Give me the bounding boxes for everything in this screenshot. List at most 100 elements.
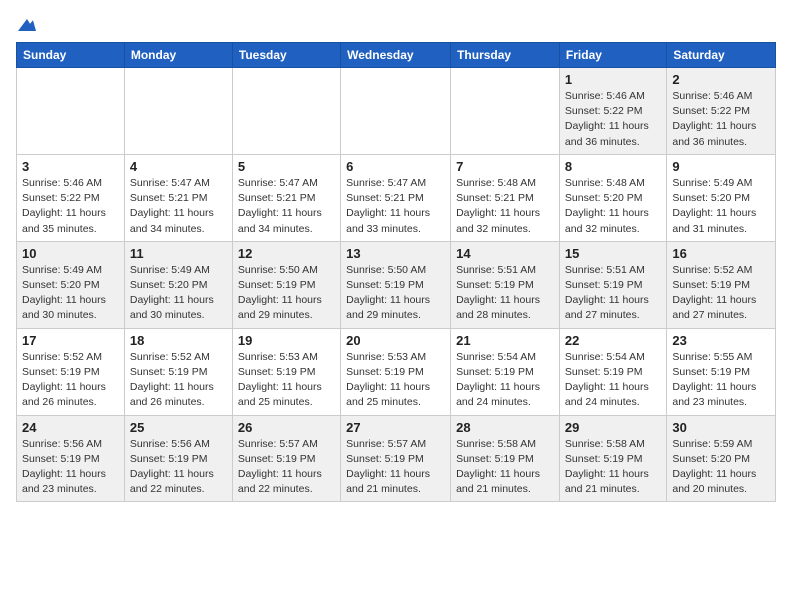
calendar-cell: 16 Sunrise: 5:52 AM Sunset: 5:19 PM Dayli… [667, 241, 776, 328]
day-info: Sunrise: 5:53 AM Sunset: 5:19 PM Dayligh… [238, 350, 335, 411]
day-info: Sunrise: 5:56 AM Sunset: 5:19 PM Dayligh… [22, 437, 119, 498]
day-number: 23 [672, 333, 770, 348]
day-number: 3 [22, 159, 119, 174]
calendar-cell: 6 Sunrise: 5:47 AM Sunset: 5:21 PM Daylig… [341, 154, 451, 241]
col-header-sunday: Sunday [17, 43, 125, 68]
day-number: 10 [22, 246, 119, 261]
day-number: 20 [346, 333, 445, 348]
calendar-table: SundayMondayTuesdayWednesdayThursdayFrid… [16, 42, 776, 502]
calendar-cell: 11 Sunrise: 5:49 AM Sunset: 5:20 PM Dayli… [124, 241, 232, 328]
day-number: 8 [565, 159, 661, 174]
calendar-cell: 14 Sunrise: 5:51 AM Sunset: 5:19 PM Dayli… [451, 241, 560, 328]
day-info: Sunrise: 5:58 AM Sunset: 5:19 PM Dayligh… [565, 437, 661, 498]
col-header-monday: Monday [124, 43, 232, 68]
calendar-cell [341, 68, 451, 155]
day-number: 4 [130, 159, 227, 174]
calendar-cell [232, 68, 340, 155]
calendar-cell: 22 Sunrise: 5:54 AM Sunset: 5:19 PM Dayli… [559, 328, 666, 415]
calendar-cell: 9Sunrise: 5:49 AM Sunset: 5:20 PM Daylig… [667, 154, 776, 241]
day-info: Sunrise: 5:48 AM Sunset: 5:20 PM Dayligh… [565, 176, 661, 237]
calendar-week-row: 3 Sunrise: 5:46 AM Sunset: 5:22 PM Daylig… [17, 154, 776, 241]
day-number: 22 [565, 333, 661, 348]
day-number: 28 [456, 420, 554, 435]
day-info: Sunrise: 5:58 AM Sunset: 5:19 PM Dayligh… [456, 437, 554, 498]
calendar-cell: 8 Sunrise: 5:48 AM Sunset: 5:20 PM Daylig… [559, 154, 666, 241]
calendar-cell: 10Sunrise: 5:49 AM Sunset: 5:20 PM Dayli… [17, 241, 125, 328]
day-info: Sunrise: 5:46 AM Sunset: 5:22 PM Dayligh… [672, 89, 770, 150]
day-number: 27 [346, 420, 445, 435]
calendar-cell: 27 Sunrise: 5:57 AM Sunset: 5:19 PM Dayli… [341, 415, 451, 502]
day-info: Sunrise: 5:47 AM Sunset: 5:21 PM Dayligh… [346, 176, 445, 237]
calendar-cell: 7 Sunrise: 5:48 AM Sunset: 5:21 PM Daylig… [451, 154, 560, 241]
col-header-tuesday: Tuesday [232, 43, 340, 68]
day-number: 7 [456, 159, 554, 174]
logo [16, 16, 36, 32]
day-number: 26 [238, 420, 335, 435]
col-header-friday: Friday [559, 43, 666, 68]
calendar-cell: 13 Sunrise: 5:50 AM Sunset: 5:19 PM Dayli… [341, 241, 451, 328]
day-info: Sunrise: 5:52 AM Sunset: 5:19 PM Dayligh… [672, 263, 770, 324]
calendar-cell: 23 Sunrise: 5:55 AM Sunset: 5:19 PM Dayli… [667, 328, 776, 415]
day-info: Sunrise: 5:46 AM Sunset: 5:22 PM Dayligh… [22, 176, 119, 237]
day-number: 5 [238, 159, 335, 174]
day-info: Sunrise: 5:47 AM Sunset: 5:21 PM Dayligh… [238, 176, 335, 237]
day-info: Sunrise: 5:53 AM Sunset: 5:19 PM Dayligh… [346, 350, 445, 411]
day-info: Sunrise: 5:50 AM Sunset: 5:19 PM Dayligh… [346, 263, 445, 324]
day-info: Sunrise: 5:54 AM Sunset: 5:19 PM Dayligh… [456, 350, 554, 411]
day-info: Sunrise: 5:51 AM Sunset: 5:19 PM Dayligh… [565, 263, 661, 324]
calendar-cell: 24 Sunrise: 5:56 AM Sunset: 5:19 PM Dayli… [17, 415, 125, 502]
day-number: 11 [130, 246, 227, 261]
day-info: Sunrise: 5:52 AM Sunset: 5:19 PM Dayligh… [130, 350, 227, 411]
day-number: 15 [565, 246, 661, 261]
header [16, 16, 776, 32]
calendar-cell: 25 Sunrise: 5:56 AM Sunset: 5:19 PM Dayli… [124, 415, 232, 502]
col-header-thursday: Thursday [451, 43, 560, 68]
day-number: 14 [456, 246, 554, 261]
day-number: 6 [346, 159, 445, 174]
calendar-cell: 12 Sunrise: 5:50 AM Sunset: 5:19 PM Dayli… [232, 241, 340, 328]
day-number: 2 [672, 72, 770, 87]
day-number: 16 [672, 246, 770, 261]
day-info: Sunrise: 5:52 AM Sunset: 5:19 PM Dayligh… [22, 350, 119, 411]
logo-bird-icon [18, 16, 36, 34]
calendar-week-row: 24 Sunrise: 5:56 AM Sunset: 5:19 PM Dayli… [17, 415, 776, 502]
day-number: 13 [346, 246, 445, 261]
calendar-cell: 21Sunrise: 5:54 AM Sunset: 5:19 PM Dayli… [451, 328, 560, 415]
col-header-saturday: Saturday [667, 43, 776, 68]
calendar-cell: 3 Sunrise: 5:46 AM Sunset: 5:22 PM Daylig… [17, 154, 125, 241]
day-number: 17 [22, 333, 119, 348]
day-info: Sunrise: 5:57 AM Sunset: 5:19 PM Dayligh… [346, 437, 445, 498]
calendar-cell: 2 Sunrise: 5:46 AM Sunset: 5:22 PM Daylig… [667, 68, 776, 155]
calendar-cell [451, 68, 560, 155]
day-number: 30 [672, 420, 770, 435]
calendar-cell: 26Sunrise: 5:57 AM Sunset: 5:19 PM Dayli… [232, 415, 340, 502]
day-number: 25 [130, 420, 227, 435]
calendar-cell: 4 Sunrise: 5:47 AM Sunset: 5:21 PM Daylig… [124, 154, 232, 241]
day-number: 1 [565, 72, 661, 87]
day-info: Sunrise: 5:55 AM Sunset: 5:19 PM Dayligh… [672, 350, 770, 411]
calendar-cell: 30 Sunrise: 5:59 AM Sunset: 5:20 PM Dayli… [667, 415, 776, 502]
day-info: Sunrise: 5:49 AM Sunset: 5:20 PM Dayligh… [130, 263, 227, 324]
day-number: 19 [238, 333, 335, 348]
day-info: Sunrise: 5:48 AM Sunset: 5:21 PM Dayligh… [456, 176, 554, 237]
calendar-cell: 15 Sunrise: 5:51 AM Sunset: 5:19 PM Dayli… [559, 241, 666, 328]
calendar-cell [124, 68, 232, 155]
day-number: 29 [565, 420, 661, 435]
day-info: Sunrise: 5:47 AM Sunset: 5:21 PM Dayligh… [130, 176, 227, 237]
day-info: Sunrise: 5:56 AM Sunset: 5:19 PM Dayligh… [130, 437, 227, 498]
day-number: 12 [238, 246, 335, 261]
calendar-week-row: 1 Sunrise: 5:46 AM Sunset: 5:22 PM Daylig… [17, 68, 776, 155]
day-number: 24 [22, 420, 119, 435]
calendar-week-row: 10 Sunrise: 5:49 AM Sunset: 5:20 PM Dayli… [17, 241, 776, 328]
calendar-cell: 18Sunrise: 5:52 AM Sunset: 5:19 PM Dayli… [124, 328, 232, 415]
page: SundayMondayTuesdayWednesdayThursdayFrid… [0, 0, 792, 518]
day-info: Sunrise: 5:49 AM Sunset: 5:20 PM Dayligh… [672, 176, 770, 237]
calendar-cell: 20 Sunrise: 5:53 AM Sunset: 5:19 PM Dayli… [341, 328, 451, 415]
day-info: Sunrise: 5:50 AM Sunset: 5:19 PM Dayligh… [238, 263, 335, 324]
calendar-cell: 17 Sunrise: 5:52 AM Sunset: 5:19 PM Dayli… [17, 328, 125, 415]
col-header-wednesday: Wednesday [341, 43, 451, 68]
day-info: Sunrise: 5:54 AM Sunset: 5:19 PM Dayligh… [565, 350, 661, 411]
calendar-cell: 29 Sunrise: 5:58 AM Sunset: 5:19 PM Dayli… [559, 415, 666, 502]
day-info: Sunrise: 5:51 AM Sunset: 5:19 PM Dayligh… [456, 263, 554, 324]
day-info: Sunrise: 5:59 AM Sunset: 5:20 PM Dayligh… [672, 437, 770, 498]
